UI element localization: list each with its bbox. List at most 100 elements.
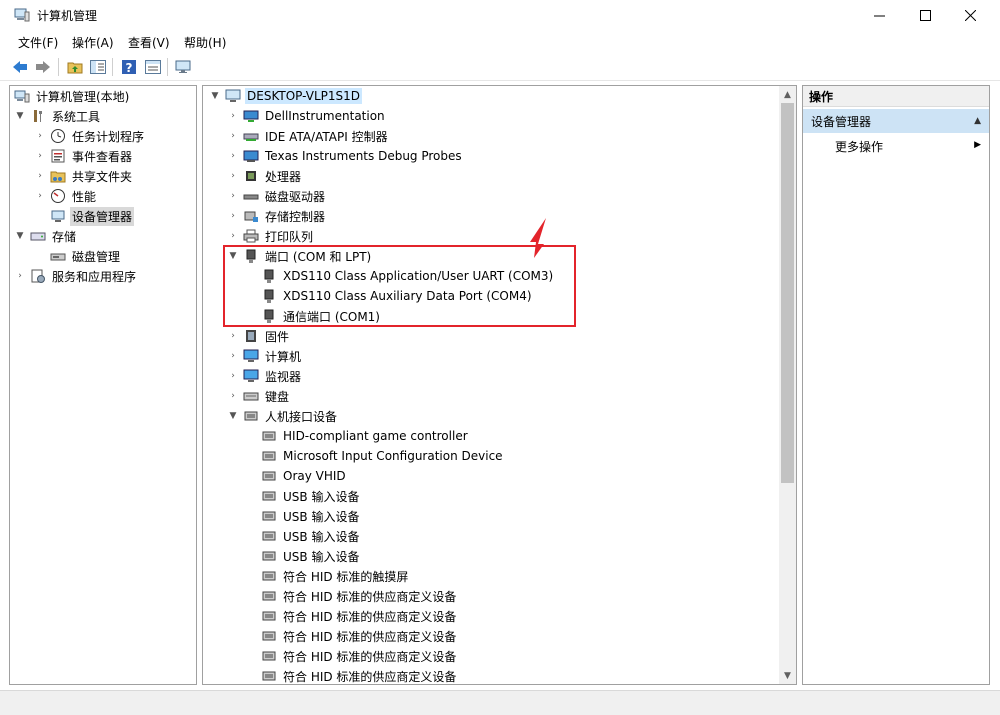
chevron-right-icon[interactable]: › xyxy=(227,190,239,202)
chevron-right-icon[interactable]: › xyxy=(227,150,239,162)
chevron-down-icon[interactable]: ▼ xyxy=(14,110,26,122)
device-item[interactable]: 符合 HID 标准的供应商定义设备 xyxy=(261,606,458,626)
tree-item-computer-management[interactable]: 计算机管理(本地) xyxy=(14,86,131,106)
device-category-hid[interactable]: ▼ 人机接口设备 xyxy=(227,406,339,426)
device-category-label: 计算机 xyxy=(265,349,302,364)
menu-file[interactable]: 文件(F) xyxy=(16,34,60,51)
device-category[interactable]: › 键盘 xyxy=(227,386,291,406)
ide-controller-icon xyxy=(243,128,259,144)
tree-item-event-viewer[interactable]: › 事件查看器 xyxy=(34,146,134,166)
device-category[interactable]: › Texas Instruments Debug Probes xyxy=(227,146,464,166)
device-manager-icon xyxy=(50,208,66,224)
close-button[interactable] xyxy=(947,0,993,31)
action-group-device-manager[interactable]: 设备管理器 ▲ xyxy=(803,109,989,133)
menu-action[interactable]: 操作(A) xyxy=(70,34,116,51)
tree-item-task-scheduler[interactable]: › 任务计划程序 xyxy=(34,126,146,146)
help-icon[interactable]: ? xyxy=(120,58,138,76)
chevron-right-icon[interactable]: › xyxy=(227,370,239,382)
device-item[interactable]: 符合 HID 标准的供应商定义设备 xyxy=(261,666,458,684)
up-folder-icon[interactable] xyxy=(66,58,84,76)
tree-item-storage[interactable]: ▼ 存储 xyxy=(14,226,78,246)
device-category[interactable]: › DellInstrumentation xyxy=(227,106,387,126)
device-category[interactable]: › 存储控制器 xyxy=(227,206,327,226)
collapse-up-icon[interactable]: ▲ xyxy=(974,116,981,126)
chevron-right-icon[interactable]: › xyxy=(34,190,46,202)
menu-help[interactable]: 帮助(H) xyxy=(182,34,228,51)
device-tree-pane: ▼ DESKTOP-VLP1S1D › DellInstrumentation … xyxy=(202,85,797,685)
menu-view[interactable]: 查看(V) xyxy=(126,34,172,51)
status-bar xyxy=(0,690,1000,715)
title-bar[interactable]: 计算机管理 xyxy=(0,0,1000,31)
device-item-label: 符合 HID 标准的供应商定义设备 xyxy=(283,669,457,684)
device-item[interactable]: 符合 HID 标准的供应商定义设备 xyxy=(261,586,458,606)
chevron-right-icon[interactable]: › xyxy=(227,170,239,182)
chevron-down-icon[interactable]: ▼ xyxy=(227,410,239,422)
device-item[interactable]: 符合 HID 标准的供应商定义设备 xyxy=(261,646,458,666)
minimize-button[interactable] xyxy=(856,0,902,31)
device-item[interactable]: Oray VHID xyxy=(261,466,348,486)
forward-icon[interactable] xyxy=(34,58,52,76)
chevron-down-icon[interactable]: ▼ xyxy=(14,230,26,242)
tree-item-performance[interactable]: › 性能 xyxy=(34,186,98,206)
more-actions-item[interactable]: 更多操作 ▶ xyxy=(803,136,989,156)
tree-item-disk-management[interactable]: 磁盘管理 xyxy=(50,246,122,266)
device-item[interactable]: USB 输入设备 xyxy=(261,486,361,506)
device-item[interactable]: USB 输入设备 xyxy=(261,526,361,546)
tree-item-device-manager[interactable]: 设备管理器 xyxy=(50,206,135,226)
scroll-up-icon[interactable]: ▲ xyxy=(779,86,796,103)
device-category-label: DellInstrumentation xyxy=(265,109,385,123)
device-item[interactable]: USB 输入设备 xyxy=(261,506,361,526)
chevron-right-icon[interactable]: › xyxy=(227,230,239,242)
device-item[interactable]: 符合 HID 标准的供应商定义设备 xyxy=(261,626,458,646)
device-category[interactable]: › 磁盘驱动器 xyxy=(227,186,327,206)
toolbar-separator xyxy=(167,58,168,76)
device-tree-root[interactable]: ▼ DESKTOP-VLP1S1D xyxy=(209,86,363,106)
services-icon xyxy=(30,268,46,284)
device-category[interactable]: › 监视器 xyxy=(227,366,303,386)
chevron-right-icon[interactable]: › xyxy=(34,130,46,142)
chevron-right-icon[interactable]: › xyxy=(34,150,46,162)
device-tree-scrollbar[interactable]: ▲ ▼ xyxy=(779,86,796,684)
back-icon[interactable] xyxy=(11,58,29,76)
chevron-right-icon[interactable]: › xyxy=(227,350,239,362)
chevron-right-icon[interactable]: › xyxy=(227,330,239,342)
properties-icon[interactable] xyxy=(144,58,162,76)
device-category-label: 监视器 xyxy=(265,369,302,384)
device-item[interactable]: USB 输入设备 xyxy=(261,546,361,566)
tree-label: 磁盘管理 xyxy=(72,249,121,264)
maximize-button[interactable] xyxy=(902,0,948,31)
monitor-icon[interactable] xyxy=(174,58,192,76)
disk-drive-icon xyxy=(243,188,259,204)
chevron-right-icon[interactable]: › xyxy=(227,130,239,142)
window-title: 计算机管理 xyxy=(37,9,98,23)
device-category[interactable]: › 计算机 xyxy=(227,346,303,366)
device-item[interactable]: Microsoft Input Configuration Device xyxy=(261,446,505,466)
chevron-right-icon[interactable]: › xyxy=(14,270,26,282)
device-category-label: Texas Instruments Debug Probes xyxy=(265,149,462,163)
hid-device-icon xyxy=(261,628,277,644)
device-item[interactable]: 符合 HID 标准的触摸屏 xyxy=(261,566,410,586)
tree-item-system-tools[interactable]: ▼ 系统工具 xyxy=(14,106,102,126)
device-category[interactable]: › IDE ATA/ATAPI 控制器 xyxy=(227,126,390,146)
device-category[interactable]: › 固件 xyxy=(227,326,291,346)
event-viewer-icon xyxy=(50,148,66,164)
show-hide-tree-icon[interactable] xyxy=(89,58,107,76)
device-category[interactable]: › 打印队列 xyxy=(227,226,315,246)
chevron-right-icon[interactable]: › xyxy=(34,170,46,182)
device-category[interactable]: › 处理器 xyxy=(227,166,303,186)
chevron-down-icon[interactable]: ▼ xyxy=(209,90,221,102)
keyboard-icon xyxy=(243,388,259,404)
tree-label: 服务和应用程序 xyxy=(52,269,137,284)
device-item[interactable]: HID-compliant game controller xyxy=(261,426,470,446)
chevron-right-icon[interactable]: › xyxy=(227,210,239,222)
chevron-right-icon[interactable]: › xyxy=(227,390,239,402)
device-item-label: USB 输入设备 xyxy=(283,489,360,504)
scroll-thumb[interactable] xyxy=(781,103,794,483)
tree-label: 事件查看器 xyxy=(72,149,133,164)
tree-item-services-apps[interactable]: › 服务和应用程序 xyxy=(14,266,138,286)
scroll-down-icon[interactable]: ▼ xyxy=(779,667,796,684)
menu-bar: 文件(F) 操作(A) 查看(V) 帮助(H) xyxy=(0,31,1000,53)
monitor-icon xyxy=(243,368,259,384)
tree-item-shared-folders[interactable]: › 共享文件夹 xyxy=(34,166,134,186)
chevron-right-icon[interactable]: › xyxy=(227,110,239,122)
